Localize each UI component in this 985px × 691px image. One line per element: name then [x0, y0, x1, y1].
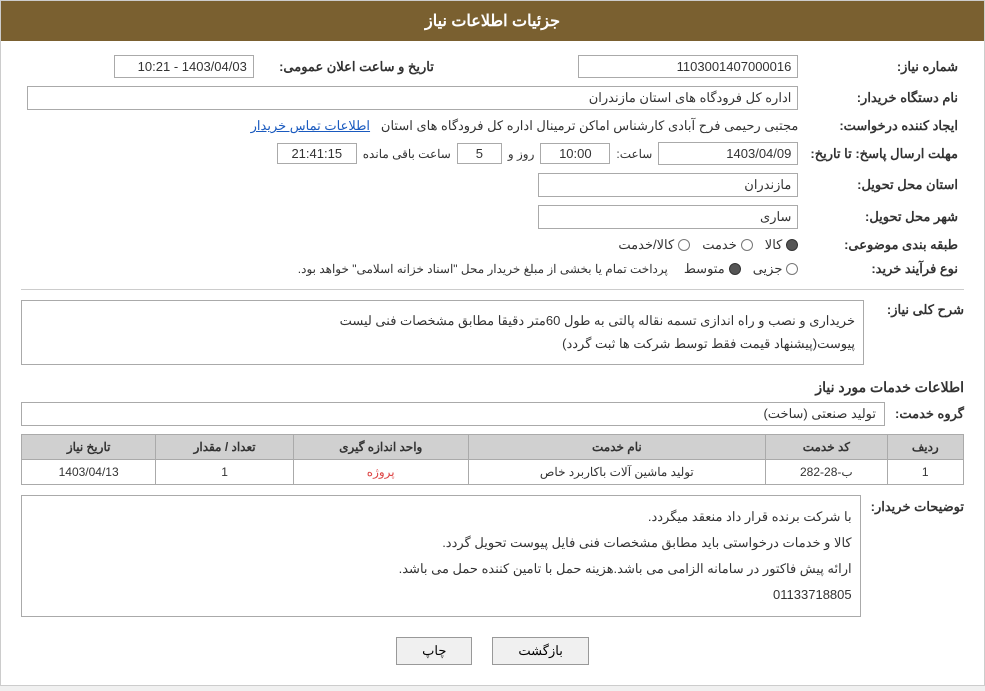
col-header-qty: تعداد / مقدار: [156, 434, 294, 459]
description-line1: خریداری و نصب و راه اندازی تسمه نقاله پا…: [30, 309, 855, 332]
category-label: طبقه بندی موضوعی:: [804, 233, 964, 257]
buyer-note-line3: ارائه پیش فاکتور در سامانه الزامی می باش…: [30, 556, 852, 582]
radio-khedmat: [741, 239, 753, 251]
buyer-org-value: اداره کل فرودگاه های استان مازندران: [27, 86, 798, 110]
back-button[interactable]: بازگشت: [492, 637, 588, 665]
announce-value: 1403/04/03 - 10:21: [114, 55, 254, 78]
cell-code: ب-28-282: [766, 459, 887, 484]
buyer-org-label: نام دستگاه خریدار:: [804, 82, 964, 114]
buyer-note-phone: 01133718805: [30, 582, 852, 608]
creator-contact-link[interactable]: اطلاعات تماس خریدار: [251, 118, 370, 133]
col-header-unit: واحد اندازه گیری: [293, 434, 468, 459]
deadline-date: 1403/04/09: [658, 142, 798, 165]
cell-date: 1403/04/13: [22, 459, 156, 484]
deadline-time-label: ساعت:: [616, 147, 652, 161]
col-header-date: تاریخ نیاز: [22, 434, 156, 459]
description-box: خریداری و نصب و راه اندازی تسمه نقاله پا…: [21, 300, 864, 365]
cell-rownum: 1: [887, 459, 963, 484]
services-section-title: اطلاعات خدمات مورد نیاز: [21, 379, 964, 396]
purchase-type-jozi: جزیی: [753, 261, 799, 277]
creator-value: مجتبی رحیمی فرح آبادی کارشناس اماکن ترمی…: [381, 118, 798, 133]
deadline-days: 5: [457, 143, 502, 164]
buyer-note-line1: با شرکت برنده قرار داد منعقد میگردد.: [30, 504, 852, 530]
buyer-note-line2: کالا و خدمات درخواستی باید مطابق مشخصات …: [30, 530, 852, 556]
col-header-name: نام خدمت: [468, 434, 766, 459]
creator-label: ایجاد کننده درخواست:: [804, 114, 964, 138]
category-option-khedmat: خدمت: [702, 237, 753, 253]
need-number-label: شماره نیاز:: [804, 51, 964, 82]
description-line2: پیوست(پیشنهاد قیمت فقط توسط شرکت ها ثبت …: [30, 332, 855, 355]
cell-name: تولید ماشین آلات باکاربرد خاص: [468, 459, 766, 484]
purchase-type-label: نوع فرآیند خرید:: [804, 257, 964, 281]
group-value: تولید صنعتی (ساخت): [21, 402, 885, 426]
radio-kala: [786, 239, 798, 251]
buyer-notes-content: با شرکت برنده قرار داد منعقد میگردد. کال…: [21, 495, 861, 617]
print-button[interactable]: چاپ: [396, 637, 472, 665]
deadline-day-label: روز و: [508, 147, 535, 161]
page-title: جزئیات اطلاعات نیاز: [425, 13, 560, 30]
buttons-row: بازگشت چاپ: [21, 627, 964, 675]
col-header-rownum: ردیف: [887, 434, 963, 459]
category-option-kala-khedmat: کالا/خدمت: [618, 237, 690, 253]
table-row: 1 ب-28-282 تولید ماشین آلات باکاربرد خاص…: [22, 459, 964, 484]
purchase-type-note: پرداخت تمام یا بخشی از مبلغ خریدار محل "…: [298, 262, 668, 276]
purchase-type-motovaset: متوسط: [684, 261, 741, 277]
cell-qty: 1: [156, 459, 294, 484]
radio-motovaset: [729, 263, 741, 275]
description-label: شرح کلی نیاز:: [874, 296, 964, 318]
province-label: استان محل تحویل:: [804, 169, 964, 201]
col-header-code: کد خدمت: [766, 434, 887, 459]
page-header: جزئیات اطلاعات نیاز: [1, 1, 984, 41]
deadline-remaining: 21:41:15: [277, 143, 357, 164]
announce-label: تاریخ و ساعت اعلان عمومی:: [260, 51, 440, 82]
radio-kala-khedmat: [678, 239, 690, 251]
need-number-value: 1103001407000016: [578, 55, 798, 78]
deadline-label: مهلت ارسال پاسخ: تا تاریخ:: [804, 138, 964, 169]
deadline-remaining-label: ساعت باقی مانده: [363, 147, 451, 161]
city-value: ساری: [538, 205, 798, 229]
province-value: مازندران: [538, 173, 798, 197]
group-label: گروه خدمت:: [895, 406, 964, 422]
city-label: شهر محل تحویل:: [804, 201, 964, 233]
radio-jozi: [786, 263, 798, 275]
cell-unit: پروژه: [293, 459, 468, 484]
category-option-kala: کالا: [765, 237, 799, 253]
deadline-time: 10:00: [540, 143, 610, 164]
buyer-notes-label: توضیحات خریدار:: [871, 495, 964, 515]
